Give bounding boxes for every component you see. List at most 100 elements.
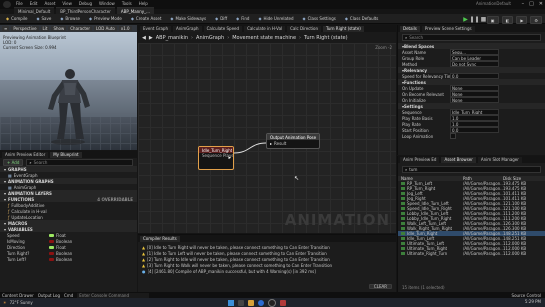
unreal-taskbar-icon[interactable] [268, 298, 276, 307]
loop-animation-checkbox[interactable] [450, 133, 456, 139]
section-label: Functions [404, 79, 426, 85]
toolbar-create-asset-button[interactable]: ◆ Create Asset [128, 16, 165, 22]
menu-window[interactable]: Window [99, 1, 115, 6]
forward-arrow-icon[interactable]: ▶ [149, 35, 153, 41]
tab-event-graph[interactable]: Event Graph [140, 25, 171, 32]
toolbar-make-sideways-button[interactable]: ◆ Make Sideways [167, 16, 209, 22]
toolbar-hide-unrelated-button[interactable]: ◆ Hide Unrelated [255, 16, 296, 22]
tab-calculate-speed[interactable]: Calculate Speed [203, 25, 243, 32]
content-drawer-button[interactable]: Content Drawer [2, 293, 34, 298]
log-message[interactable]: [2] Turn Right to Idle will never be tak… [147, 257, 330, 262]
tab-anim-slot-manager[interactable]: Anim Slot Manager [477, 156, 522, 163]
breadcrumb-item[interactable]: ABP_manikin [156, 35, 188, 41]
result-pin-icon[interactable]: ▸ [270, 141, 272, 146]
output-pose-node[interactable]: Output Animation Pose ▸ Result [266, 133, 320, 149]
lod-button[interactable]: LOD Auto [94, 26, 117, 31]
close-icon[interactable]: ✕ [539, 1, 543, 7]
menu-file[interactable]: File [16, 1, 23, 6]
app-taskbar-icon[interactable] [280, 299, 286, 306]
variable-type: Boolean [56, 250, 73, 256]
toolbar-preview-mode-button[interactable]: ◆ Preview Mode [86, 16, 125, 22]
asset-path: /All/Game/Paragon... [463, 251, 503, 256]
playback-speed-button[interactable]: x1.0 [118, 26, 132, 31]
toolbar-class-settings-button[interactable]: ◆ Class Settings [300, 16, 339, 22]
breadcrumb-item[interactable]: Turn Right (state) [304, 35, 348, 41]
sequence-player-node[interactable]: Idle_Turn_Right Sequence Player ▸ [198, 146, 234, 170]
tab-compiler-results[interactable]: Compiler Results [140, 235, 180, 242]
toolbar-browse-button[interactable]: ◆ Browse [57, 16, 83, 22]
breadcrumb-item[interactable]: Movement state machine [232, 35, 296, 41]
preview-viewport[interactable]: ≡ Perspective Lit Show Character LOD Aut… [0, 25, 137, 150]
start-position-field[interactable]: 0.0 [450, 127, 499, 133]
log-message[interactable]: [0] Idle to Turn Right will never be tak… [147, 245, 330, 250]
chevron-down-icon: ▾ [4, 166, 7, 172]
unreal-logo-icon[interactable] [3, 1, 11, 8]
toolbar-compile-button[interactable]: ◆ Compile [3, 16, 30, 22]
clear-button[interactable]: CLEAR [368, 284, 392, 289]
menu-help[interactable]: Help [139, 1, 148, 6]
source-control-button[interactable]: Source Control [512, 293, 541, 298]
menu-debug[interactable]: Debug [79, 1, 92, 6]
blueprint-mode-button[interactable]: ⚙ [530, 16, 542, 24]
viewport-menu-button[interactable]: ≡ [2, 26, 10, 31]
toolbar-save-button[interactable]: ◆ Save [33, 16, 54, 22]
show-button[interactable]: Show [51, 26, 67, 31]
browser-icon[interactable] [258, 299, 264, 306]
tab-calculate-in-h-val[interactable]: Calculate in H-Val [244, 25, 286, 32]
start-icon[interactable] [228, 299, 234, 306]
perspective-button[interactable]: Perspective [11, 26, 39, 31]
find-icon: ◆ [236, 16, 240, 21]
tab-my-blueprint[interactable]: My Blueprint [50, 151, 82, 158]
asset-row[interactable]: Ultimate_Right_Turn/All/Game/Paragon... 1… [398, 251, 545, 256]
menu-asset[interactable]: Asset [44, 1, 55, 6]
play-icon[interactable]: ▶ [462, 16, 469, 23]
mesh-mode-button[interactable]: ◧ [501, 16, 514, 24]
relevancy-time-field[interactable]: 0.0 [450, 73, 499, 79]
character-mannequin[interactable] [38, 65, 98, 145]
console-command-input[interactable]: Enter Console Command [77, 292, 149, 298]
node-title: Output Animation Pose [270, 134, 317, 140]
menu-view[interactable]: View [62, 1, 72, 6]
search-taskbar-icon[interactable] [238, 299, 244, 306]
file-explorer-icon[interactable] [248, 299, 254, 306]
tab-preview-scene-settings[interactable]: Preview Scene Settings [421, 25, 475, 32]
menu-tools[interactable]: Tools [122, 1, 132, 6]
app-mode-label: AnimationDefault [475, 1, 511, 6]
maximize-icon[interactable]: □ [529, 1, 534, 7]
breadcrumb-item[interactable]: AnimGraph [196, 35, 224, 41]
add-button[interactable]: + Add [3, 158, 24, 166]
output-log-button[interactable]: Output Log [38, 293, 60, 298]
log-message[interactable]: [3] Turn Right to Walk will never be tak… [147, 263, 332, 268]
pause-icon[interactable]: ❚❚ [469, 16, 479, 23]
details-search-input[interactable]: ⌕ Search [402, 34, 541, 41]
tab-anim-preview-editor[interactable]: Anim Preview Ed [400, 156, 440, 163]
on-initialize-select[interactable]: None [450, 97, 499, 103]
tab-anim-preview-editor[interactable]: Anim Preview Editor [2, 151, 49, 158]
lit-button[interactable]: Lit [40, 26, 50, 31]
back-arrow-icon[interactable]: ◀ [142, 35, 146, 41]
toolbar-find-button[interactable]: ◆ Find [233, 16, 252, 22]
pose-pin-icon[interactable]: ▸ [228, 155, 231, 161]
asset-search-input[interactable]: ⌕ turn [402, 166, 541, 173]
toolbar-class-defaults-button[interactable]: ◆ Class Defaults [342, 16, 382, 22]
variable-row[interactable]: Turn Left? Boolean [0, 256, 137, 262]
tab-calc-direction[interactable]: Calc Direction [287, 25, 322, 32]
weather-icon[interactable]: ☀ [3, 300, 7, 305]
log-message[interactable]: [1] Idle to Turn Left will never be take… [147, 251, 327, 256]
section-label: FUNCTIONS [8, 196, 35, 202]
character-button[interactable]: Character [68, 26, 92, 31]
blueprint-search-input[interactable]: ⌕ Search [26, 158, 133, 166]
tab-asset-browser[interactable]: Asset Browser [441, 156, 476, 163]
cmd-button[interactable]: Cmd [64, 293, 73, 298]
minimize-icon[interactable]: – [522, 1, 525, 7]
graph-canvas[interactable]: Zoom -2 Idle_Turn_Right Sequence Player … [138, 43, 396, 233]
skeleton-mode-button[interactable]: ▣ [486, 16, 499, 24]
method-select[interactable]: Do not Sync [450, 61, 499, 67]
log-message[interactable]: [4] [2461.80] Compile of ABP_manikin suc… [148, 269, 316, 274]
menu-edit[interactable]: Edit [30, 1, 38, 6]
toolbar-diff-button[interactable]: ◆ Diff [212, 16, 230, 22]
anim-mode-button[interactable]: ▶ [516, 16, 528, 24]
tab-animgraph[interactable]: AnimGraph [173, 25, 202, 32]
tab-turn-right-state[interactable]: Turn Right (state) [323, 25, 364, 32]
tab-details[interactable]: Details [400, 25, 420, 32]
